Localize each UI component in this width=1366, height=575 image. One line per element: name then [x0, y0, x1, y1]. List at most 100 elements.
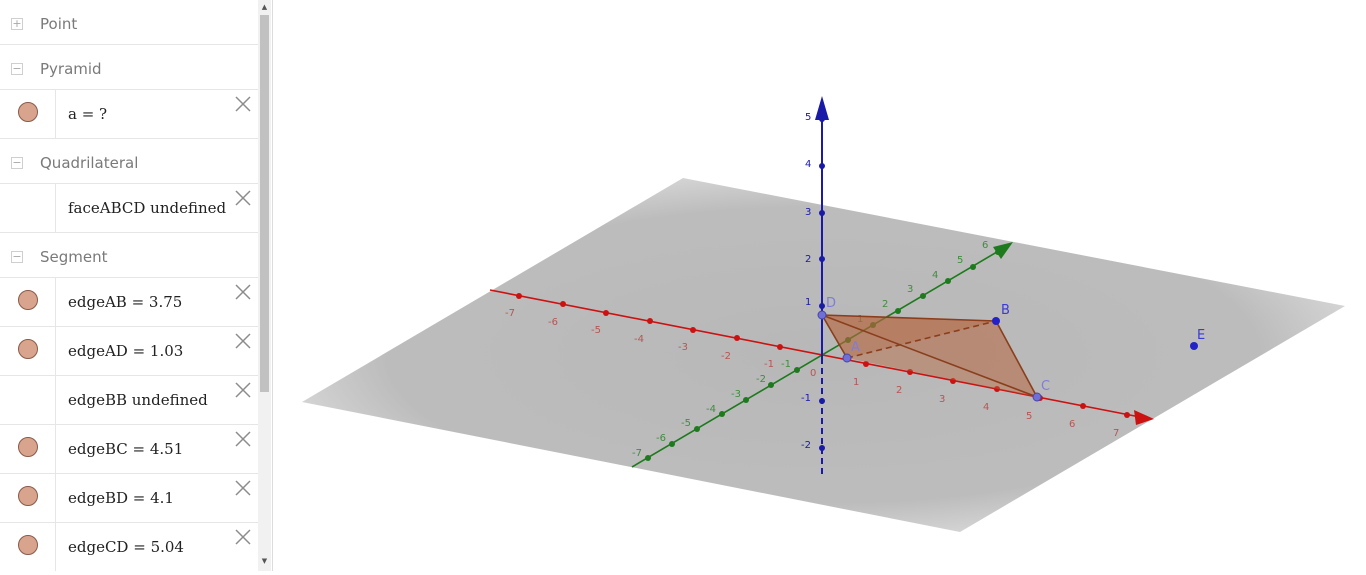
algebra-item-text[interactable]: edgeBC = 4.51 [68, 440, 183, 458]
close-icon[interactable] [234, 95, 252, 113]
z-tick [819, 116, 825, 122]
y-tick-label: 4 [932, 270, 938, 281]
algebra-item-text[interactable]: edgeAB = 3.75 [68, 293, 182, 311]
visibility-toggle[interactable] [0, 184, 56, 232]
x-tick-label: -7 [505, 308, 515, 319]
algebra-item-faceabcd[interactable]: faceABCD undefined [0, 184, 258, 233]
x-tick-label: 1 [853, 377, 859, 388]
algebra-item-text[interactable]: faceABCD undefined [68, 199, 226, 217]
close-icon[interactable] [234, 332, 252, 350]
y-tick [645, 455, 651, 461]
x-tick-label: 6 [1069, 419, 1075, 430]
algebra-item-text[interactable]: a = ? [68, 105, 107, 123]
x-tick [1080, 403, 1086, 409]
point-d[interactable] [817, 310, 827, 320]
y-tick [669, 441, 675, 447]
visibility-marble-icon[interactable] [18, 486, 38, 506]
visibility-toggle[interactable] [0, 425, 56, 473]
algebra-item-edgead[interactable]: edgeAD = 1.03 [0, 327, 258, 376]
z-tick-label: 2 [805, 254, 811, 265]
visibility-toggle[interactable] [0, 523, 56, 571]
algebra-list: + Point − Pyramid a = ? − Quadrilateral … [0, 0, 258, 571]
y-tick-label: -6 [656, 433, 666, 444]
scroll-up-icon[interactable]: ▲ [260, 2, 269, 12]
collapse-icon[interactable]: − [11, 251, 23, 263]
y-tick-label: -7 [632, 448, 642, 459]
collapse-icon[interactable]: − [11, 157, 23, 169]
scroll-down-icon[interactable]: ▼ [260, 556, 269, 566]
x-tick-label: 5 [1026, 411, 1032, 422]
y-tick [694, 426, 700, 432]
y-tick-label: 3 [907, 284, 913, 295]
graphics-3d-view[interactable]: -7 -6 -5 -4 -3 -2 -1 0 1 2 3 4 5 6 7 -7 … [282, 0, 1366, 571]
x-tick-label: 3 [939, 394, 945, 405]
z-tick [819, 256, 825, 262]
algebra-item-text[interactable]: edgeCD = 5.04 [68, 538, 184, 556]
z-tick-label: -2 [801, 440, 811, 451]
x-tick [690, 327, 696, 333]
y-tick [945, 278, 951, 284]
close-icon[interactable] [234, 381, 252, 399]
algebra-scrollbar[interactable]: ▲ ▼ [258, 0, 271, 571]
visibility-toggle[interactable] [0, 278, 56, 326]
group-header-quadrilateral[interactable]: − Quadrilateral [0, 139, 258, 184]
point-a[interactable] [842, 353, 852, 363]
collapse-icon[interactable]: − [11, 63, 23, 75]
x-tick [516, 293, 522, 299]
visibility-marble-icon[interactable] [18, 339, 38, 359]
algebra-item-edgebc[interactable]: edgeBC = 4.51 [0, 425, 258, 474]
visibility-toggle[interactable] [0, 327, 56, 375]
algebra-item-edgecd[interactable]: edgeCD = 5.04 [0, 523, 258, 571]
algebra-item-text[interactable]: edgeBB undefined [68, 391, 208, 409]
algebra-item-text[interactable]: edgeBD = 4.1 [68, 489, 174, 507]
y-tick-label: 5 [957, 255, 963, 266]
x-tick [603, 310, 609, 316]
y-tick-label: -1 [781, 359, 791, 370]
point-c[interactable] [1032, 392, 1042, 402]
close-icon[interactable] [234, 528, 252, 546]
algebra-item-edgebb[interactable]: edgeBB undefined [0, 376, 258, 425]
group-label-segment: Segment [40, 248, 108, 266]
point-label-c: C [1041, 379, 1050, 394]
group-header-segment[interactable]: − Segment [0, 233, 258, 278]
y-tick-label: -5 [681, 418, 691, 429]
y-tick [970, 264, 976, 270]
algebra-item-edgeab[interactable]: edgeAB = 3.75 [0, 278, 258, 327]
scrollbar-thumb[interactable] [260, 15, 269, 392]
algebra-item-text[interactable]: edgeAD = 1.03 [68, 342, 183, 360]
z-tick-label: 3 [805, 207, 811, 218]
algebra-item-edgebd[interactable]: edgeBD = 4.1 [0, 474, 258, 523]
x-tick-label: 0 [810, 368, 816, 379]
y-tick-label: -3 [731, 389, 741, 400]
close-icon[interactable] [234, 283, 252, 301]
visibility-toggle[interactable] [0, 474, 56, 522]
point-b[interactable] [992, 317, 1000, 325]
visibility-toggle[interactable] [0, 376, 56, 424]
point-e[interactable] [1190, 342, 1198, 350]
graphics-3d-canvas[interactable]: -7 -6 -5 -4 -3 -2 -1 0 1 2 3 4 5 6 7 -7 … [282, 0, 1366, 571]
visibility-toggle[interactable] [0, 90, 56, 138]
group-header-pyramid[interactable]: − Pyramid [0, 45, 258, 90]
z-tick-label: -1 [801, 393, 811, 404]
y-tick [794, 367, 800, 373]
y-tick-label: 6 [982, 240, 988, 251]
group-header-point[interactable]: + Point [0, 0, 258, 45]
visibility-marble-icon[interactable] [18, 437, 38, 457]
x-tick-label: -3 [678, 342, 688, 353]
x-tick-label: -2 [721, 351, 731, 362]
close-icon[interactable] [234, 479, 252, 497]
algebra-item-a[interactable]: a = ? [0, 90, 258, 139]
y-tick-label: -4 [706, 404, 716, 415]
visibility-marble-icon[interactable] [18, 102, 38, 122]
close-icon[interactable] [234, 189, 252, 207]
algebra-view: + Point − Pyramid a = ? − Quadrilateral … [0, 0, 271, 571]
visibility-marble-icon[interactable] [18, 290, 38, 310]
point-label-a: A [851, 340, 860, 355]
close-icon[interactable] [234, 430, 252, 448]
z-tick-label: 5 [805, 112, 811, 123]
expand-icon[interactable]: + [11, 18, 23, 30]
visibility-marble-icon[interactable] [18, 535, 38, 555]
y-tick [920, 293, 926, 299]
x-tick-label: 2 [896, 385, 902, 396]
z-tick-label: 4 [805, 159, 811, 170]
